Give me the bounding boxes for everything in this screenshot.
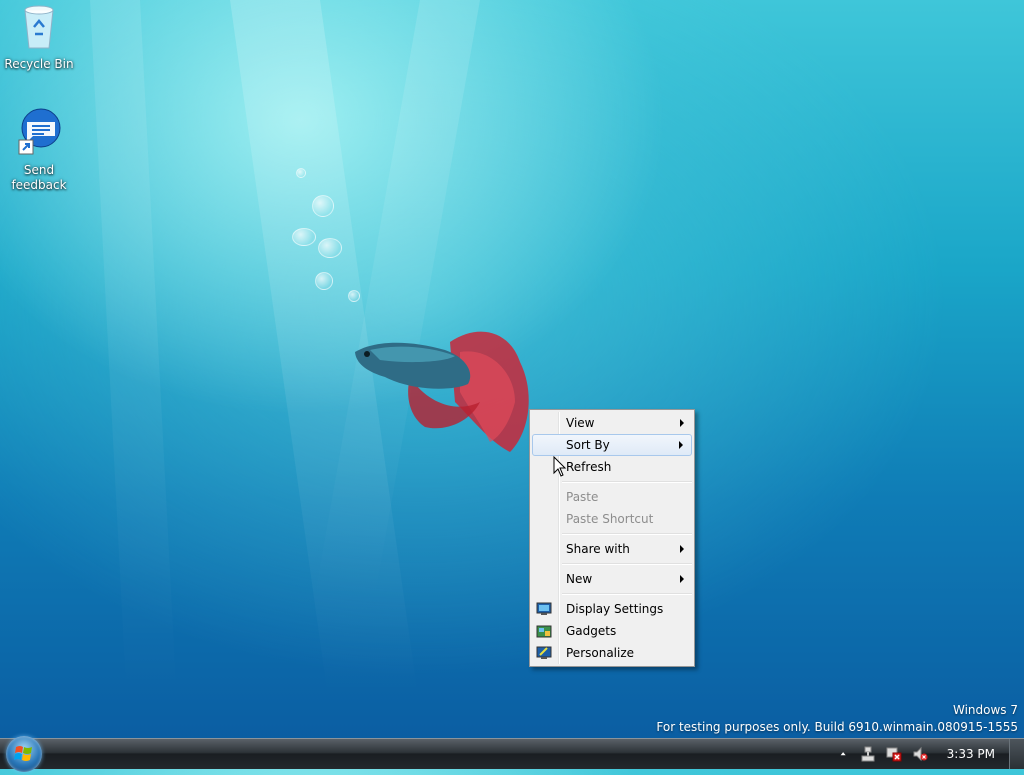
windows-start-orb-icon [14,746,32,761]
action-center-icon[interactable] [886,746,902,762]
menu-item-paste-shortcut[interactable]: Paste Shortcut [532,508,692,530]
submenu-arrow-icon [680,575,684,583]
bubble [315,272,333,290]
bubble [296,168,306,178]
network-icon[interactable] [860,746,876,762]
send-feedback-icon [18,108,61,155]
taskbar-clock[interactable]: 3:33 PM [947,747,995,761]
menu-item-label: Paste Shortcut [566,512,654,526]
volume-muted-icon[interactable] [912,746,928,762]
menu-item-label: Sort By [566,438,610,452]
menu-item-label: New [566,572,593,586]
recycle-bin-label: Recycle Bin [4,57,74,71]
start-button[interactable] [6,736,42,772]
menu-item-label: View [566,416,595,430]
send-feedback-desktop-icon[interactable]: Send feedback [3,108,75,193]
menu-item-sort-by[interactable]: Sort By [532,434,692,456]
menu-item-display-settings[interactable]: Display Settings [532,598,692,620]
notification-area: 3:33 PM [835,739,1024,769]
menu-item-new[interactable]: New [532,568,692,590]
submenu-arrow-icon [680,545,684,553]
menu-item-label: Share with [566,542,630,556]
show-hidden-icons-arrow[interactable] [840,746,850,762]
recycle-bin-desktop-icon[interactable]: Recycle Bin [3,2,75,72]
menu-item-paste[interactable]: Paste [532,486,692,508]
menu-separator [562,563,692,565]
show-desktop-button[interactable] [1009,739,1024,769]
menu-separator [562,533,692,535]
build-info-watermark: For testing purposes only. Build 6910.wi… [656,720,1018,734]
bubble [312,195,334,217]
menu-item-label: Personalize [566,646,635,660]
menu-item-personalize[interactable]: Personalize [532,642,692,664]
menu-item-label: Display Settings [566,602,664,616]
menu-separator [562,481,692,483]
desktop-context-menu: View Sort By Refresh Paste Paste Shortcu… [529,409,695,667]
taskbar: 3:33 PM [0,736,1024,772]
submenu-arrow-icon [679,441,683,449]
bubble [318,238,342,258]
display-settings-icon [536,602,552,615]
submenu-arrow-icon [680,419,684,427]
menu-item-gadgets[interactable]: Gadgets [532,620,692,642]
gadgets-icon [536,625,552,638]
send-feedback-label: Send feedback [11,163,67,192]
light-ray [90,0,177,700]
menu-item-view[interactable]: View [532,412,692,434]
bubble [348,290,360,302]
menu-item-share-with[interactable]: Share with [532,538,692,560]
windows-version-watermark: Windows 7 [952,703,1018,717]
bubble [292,228,316,246]
menu-separator [562,593,692,595]
personalize-icon [536,646,552,659]
menu-item-label: Gadgets [566,624,617,638]
menu-item-label: Paste [566,490,599,504]
betta-fish-image [355,331,529,452]
recycle-bin-icon [24,5,54,49]
mouse-cursor-icon [553,456,567,477]
menu-item-label: Refresh [566,460,612,474]
